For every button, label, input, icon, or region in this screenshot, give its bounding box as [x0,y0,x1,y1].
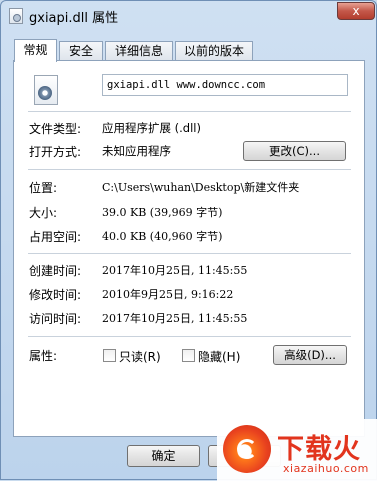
disk-size-label: 占用空间: [29,230,82,244]
attributes-label: 属性: [29,349,58,363]
tab-general[interactable]: 常规 [14,39,57,62]
accessed-label: 访问时间: [29,312,82,326]
divider [28,336,351,337]
accessed-value: 2017年10月25日, 11:45:55 [102,312,248,325]
checkbox-box[interactable] [182,349,195,362]
created-value: 2017年10月25日, 11:45:55 [102,264,248,277]
hidden-checkbox[interactable]: 隐藏(H) [182,348,240,365]
tab-details[interactable]: 详细信息 [105,41,173,60]
general-panel [13,60,365,437]
file-type-label: 文件类型: [29,122,82,136]
divider [28,169,351,170]
title-bar: gxiapi.dll 属性 x [1,1,376,31]
size-label: 大小: [29,206,58,220]
size-value: 39.0 KB (39,969 字节) [102,206,223,219]
file-name-field[interactable]: gxiapi.dll www.downcc.com [102,74,348,96]
watermark-title: 下载火 [277,434,361,465]
readonly-checkbox[interactable]: 只读(R) [103,348,161,365]
checkbox-box[interactable] [103,349,116,362]
flame-logo-icon [223,425,271,473]
divider [28,111,351,112]
dll-file-icon [9,8,23,24]
dll-gear-icon [34,75,58,105]
readonly-label: 只读(R) [119,350,161,364]
location-label: 位置: [29,181,58,195]
modified-value: 2010年9月25日, 9:16:22 [102,288,234,301]
ok-button[interactable]: 确定 [127,445,200,467]
change-button[interactable]: 更改(C)... [243,141,346,161]
created-label: 创建时间: [29,264,82,278]
window-title: gxiapi.dll 属性 [29,11,119,26]
properties-dialog: gxiapi.dll 属性 x 常规 安全 详细信息 以前的版本 gxiapi.… [0,0,377,481]
modified-label: 修改时间: [29,288,82,302]
open-with-label: 打开方式: [29,145,82,159]
watermark-url: xiazaihuo.com [283,462,369,475]
open-with-value: 未知应用程序 [102,144,171,158]
divider [28,253,351,254]
advanced-button[interactable]: 高级(D)... [273,345,347,365]
watermark: 下载火 xiazaihuo.com [217,419,377,481]
disk-size-value: 40.0 KB (40,960 字节) [102,230,223,243]
close-button[interactable]: x [337,2,375,20]
location-value: C:\Users\wuhan\Desktop\新建文件夹 [102,181,300,194]
file-type-value: 应用程序扩展 (.dll) [102,121,201,135]
tab-previous-versions[interactable]: 以前的版本 [175,41,253,60]
hidden-label: 隐藏(H) [198,350,241,364]
tab-security[interactable]: 安全 [59,41,103,60]
